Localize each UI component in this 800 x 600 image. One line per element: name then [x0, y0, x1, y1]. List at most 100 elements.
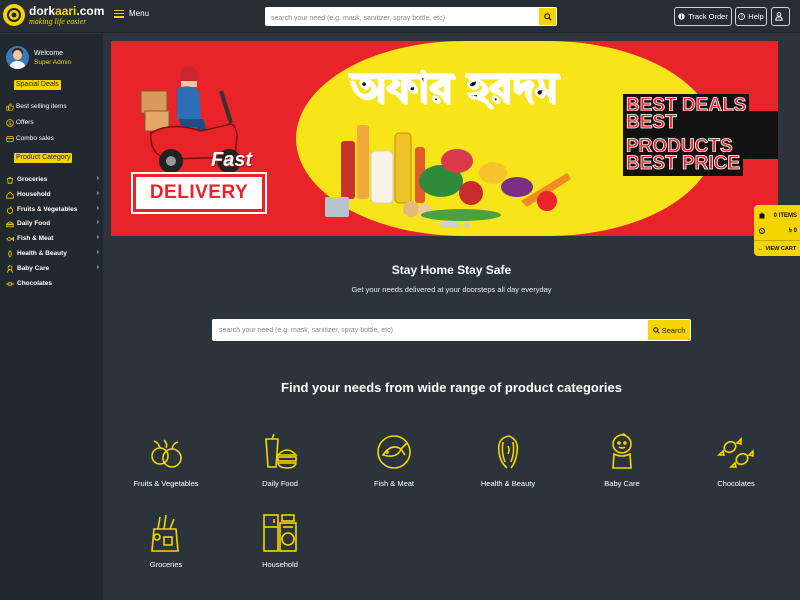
avatar[interactable] [6, 46, 29, 69]
main-search-input[interactable] [212, 319, 642, 342]
category-tile-fish-meat[interactable]: Fish & Meat [339, 431, 449, 488]
welcome-text: Welcome [34, 49, 64, 57]
category-tile-label: Baby Care [604, 479, 640, 488]
category-tile-groceries[interactable]: Groceries [111, 512, 221, 569]
sidebar-category-label: Groceries [17, 176, 48, 183]
category-tile-label: Fish & Meat [373, 479, 414, 488]
category-tile-fruits[interactable]: Fruits & Vegetables [111, 431, 221, 488]
account-button[interactable] [771, 7, 790, 26]
beauty-icon [5, 249, 14, 258]
svg-text:$: $ [8, 120, 11, 126]
banner-fast-text: Fast [211, 149, 253, 171]
shopping-bag-icon [759, 212, 765, 219]
chevron-right-icon: › [96, 249, 99, 256]
svg-text:$: $ [761, 228, 764, 233]
brand-name: dorkaari.com [29, 3, 105, 18]
cart-items-count: 0 ITEMS [773, 212, 797, 219]
sidebar: Welcome Super Admin Spacial Deals Best s… [0, 34, 103, 600]
product-category-heading: Product Category [14, 153, 73, 163]
category-tile-baby-care[interactable]: Baby Care [567, 431, 677, 488]
menu-button[interactable]: Menu [114, 9, 149, 18]
carousel-dot[interactable] [464, 222, 470, 228]
baby-icon [602, 431, 642, 473]
brand-logo[interactable]: dorkaari.com making life easier [3, 4, 104, 26]
category-tile-label: Health & Beauty [480, 479, 536, 488]
fish-icon [5, 234, 14, 243]
category-tile-label: Fruits & Vegetables [133, 479, 199, 488]
special-deals-heading: Spacial Deals [14, 80, 61, 90]
sidebar-category-fish-meat[interactable]: Fish & Meat › [5, 234, 99, 243]
fruit-icon [5, 205, 14, 214]
search-icon [543, 12, 552, 21]
carousel-dot-active[interactable] [440, 222, 460, 228]
sidebar-link-offers[interactable]: $ Offers [5, 118, 34, 127]
help-icon: ? [738, 13, 746, 20]
thumbs-up-icon [5, 102, 14, 111]
sidebar-category-label: Health & Beauty [17, 250, 67, 257]
category-tile-label: Groceries [149, 560, 183, 569]
main-search-button[interactable]: Search [648, 320, 690, 340]
header-search-input[interactable] [265, 9, 537, 28]
chevron-right-icon: › [96, 175, 99, 182]
category-tile-label: Household [262, 560, 298, 569]
search-icon [652, 326, 660, 334]
banner-delivery-text: DELIVERY [149, 182, 249, 203]
brand-tagline: making life easier [29, 16, 87, 26]
category-tile-daily-food[interactable]: Daily Food [225, 431, 335, 488]
sidebar-category-label: Chocolates [17, 280, 53, 287]
hero-title: Stay Home Stay Safe [391, 263, 512, 277]
beauty-icon [488, 431, 528, 473]
view-cart-label: VIEW CART [765, 245, 797, 252]
cart-currency: ৳ [788, 228, 792, 234]
groceries-illustration [325, 125, 571, 221]
category-tile-health-beauty[interactable]: Health & Beauty [453, 431, 563, 488]
svg-text:?: ? [740, 14, 743, 20]
sidebar-category-chocolates[interactable]: Chocolates [5, 279, 99, 288]
chevron-right-icon: › [96, 219, 99, 226]
view-cart-button[interactable]: ← VIEW CART [754, 240, 800, 256]
category-tile-label: Daily Food [262, 479, 298, 488]
appliance-icon [260, 512, 300, 554]
sidebar-category-label: Fish & Meat [17, 235, 54, 242]
cart-amount: 0 [793, 228, 797, 234]
floating-cart[interactable]: 0 ITEMS $ ৳ 0 ← VIEW CART [754, 205, 800, 256]
offer-icon: $ [5, 118, 14, 127]
chevron-right-icon: › [96, 264, 99, 271]
category-tile-household[interactable]: Household [225, 512, 335, 569]
categories-title: Find your needs from wide range of produ… [281, 380, 622, 395]
main-search: Search [212, 319, 691, 342]
sidebar-category-label: Baby Care [17, 265, 50, 272]
chevron-right-icon: › [96, 190, 99, 197]
sidebar-category-label: Household [17, 191, 51, 198]
fish-plate-icon [374, 431, 414, 473]
user-icon [775, 12, 783, 21]
sidebar-category-household[interactable]: Household › [5, 190, 99, 199]
sidebar-category-baby-care[interactable]: Baby Care › [5, 264, 99, 273]
candy-icon [5, 279, 14, 288]
baby-icon [5, 264, 14, 273]
menu-label: Menu [129, 9, 150, 18]
header-search-button[interactable] [539, 8, 556, 25]
sidebar-link-best-selling[interactable]: Best selling items [5, 102, 67, 111]
sidebar-category-fruits[interactable]: Fruits & Vegetables › [5, 205, 99, 214]
grocery-bag-icon [146, 512, 186, 554]
candy-icon [716, 431, 756, 473]
sidebar-link-combo[interactable]: Combo sales [5, 134, 54, 143]
food-icon [5, 219, 14, 228]
top-bar: dorkaari.com making life easier Menu Tra… [0, 0, 800, 33]
sidebar-category-label: Fruits & Vegetables [17, 206, 78, 213]
banner-deal-3: BEST PRICE [623, 151, 744, 177]
household-icon [5, 190, 14, 199]
sidebar-category-daily-food[interactable]: Daily Food › [5, 219, 99, 228]
track-order-button[interactable]: Track Order [674, 7, 732, 26]
help-button[interactable]: ? Help [735, 7, 767, 26]
user-role: Super Admin [34, 58, 72, 66]
sidebar-link-label: Offers [16, 119, 34, 126]
promo-banner[interactable]: Fast DELIVERY অফার হরদম BEST DEALS BEST … [111, 41, 778, 236]
chevron-right-icon: › [96, 205, 99, 212]
sidebar-category-groceries[interactable]: Groceries › [5, 175, 99, 184]
category-tile-chocolates[interactable]: Chocolates [681, 431, 791, 488]
cart-amount-row: $ ৳ 0 [759, 225, 797, 236]
info-icon [678, 13, 685, 20]
sidebar-category-health-beauty[interactable]: Health & Beauty › [5, 249, 99, 258]
